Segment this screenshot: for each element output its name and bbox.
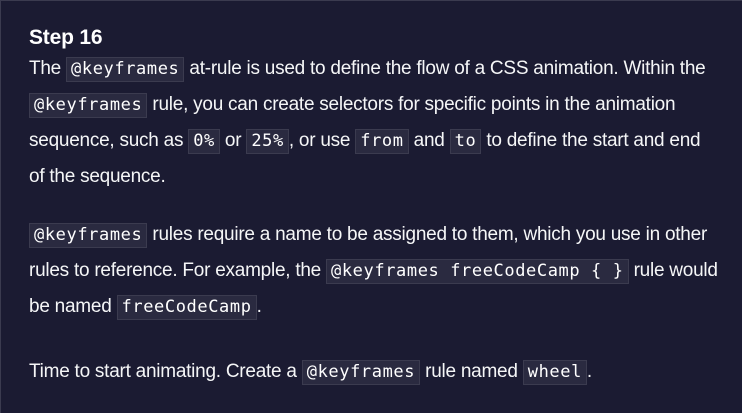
text-segment: .: [256, 296, 262, 317]
text-segment: The: [29, 58, 67, 79]
step-title: Step 16: [29, 26, 103, 49]
inline-code-wheel: wheel: [522, 360, 587, 385]
inline-code-freecodecamp: freeCodeCamp: [116, 295, 257, 320]
inline-code-keyframes-freecodecamp: @keyframes freeCodeCamp { }: [326, 259, 629, 284]
challenge-description-panel: Step 16 The @keyframes at-rule is used t…: [0, 0, 742, 413]
description-paragraph-2: @keyframes rules require a name to be as…: [29, 217, 718, 325]
text-segment: rule named: [420, 361, 523, 382]
text-segment: Time to start animating. Create a: [29, 361, 302, 382]
text-segment: and: [408, 130, 450, 151]
text-segment: .: [586, 361, 592, 382]
inline-code-keyframes: @keyframes: [29, 223, 148, 248]
inline-code-25-percent: 25%: [246, 129, 289, 154]
inline-code-from: from: [355, 129, 409, 154]
inline-code-to: to: [449, 129, 482, 154]
text-segment: , or use: [288, 130, 356, 151]
text-segment: at-rule is used to define the flow of a …: [184, 58, 706, 79]
description-paragraph-3: Time to start animating. Create a @keyfr…: [29, 354, 718, 390]
description-paragraph-1: The @keyframes at-rule is used to define…: [29, 51, 718, 194]
text-segment: or: [219, 130, 247, 151]
inline-code-keyframes: @keyframes: [301, 360, 421, 385]
inline-code-keyframes: @keyframes: [29, 93, 148, 118]
step-description: The @keyframes at-rule is used to define…: [29, 51, 718, 390]
inline-code-keyframes: @keyframes: [66, 57, 185, 82]
inline-code-0-percent: 0%: [188, 129, 220, 154]
